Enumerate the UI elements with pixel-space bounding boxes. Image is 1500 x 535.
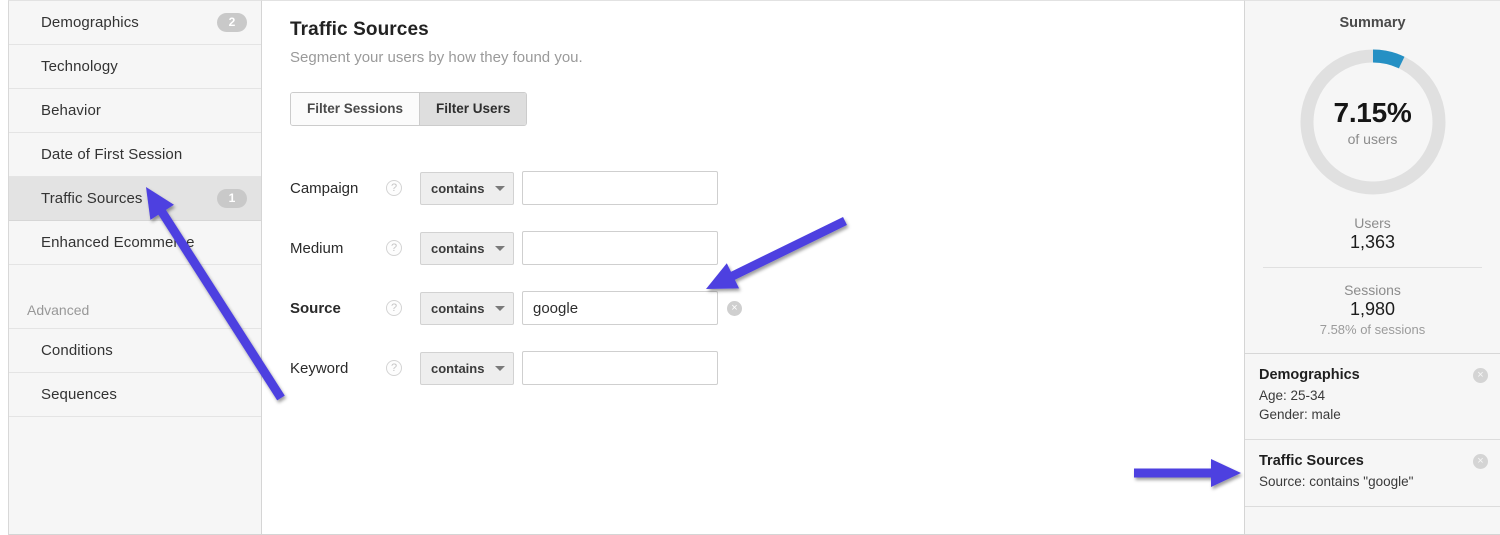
metric-sessions-note: 7.58% of sessions (1319, 322, 1426, 337)
summary-card-line: Gender: male (1259, 407, 1341, 422)
donut-percent-value: 7.15% (1333, 97, 1412, 128)
help-icon[interactable]: ? (386, 180, 402, 196)
summary-card-title: Traffic Sources (1259, 453, 1364, 469)
help-icon[interactable]: ? (386, 300, 402, 316)
sidebar-item-label: Demographics (41, 14, 139, 31)
operator-select-keyword[interactable]: contains (420, 351, 514, 385)
value-input-source[interactable] (522, 291, 718, 325)
operator-select-campaign[interactable]: contains (420, 171, 514, 205)
sidebar-item-date-of-first-session[interactable]: Date of First Session (9, 133, 261, 177)
metric-sessions-label: Sessions (1344, 282, 1401, 298)
donut-percent-caption: of users (1347, 131, 1398, 147)
page-title: Traffic Sources (290, 19, 429, 40)
sidebar-nav-list: Demographics 2 Technology Behavior Date of F… (9, 1, 261, 265)
summary-card-demographics: Demographics Age: 25-34 Gender: male × (1245, 354, 1500, 440)
summary-title: Summary (1339, 15, 1406, 31)
sidebar-item-count-badge: 2 (217, 13, 247, 32)
value-input-campaign[interactable] (522, 171, 718, 205)
traffic-source-filter-rows: Campaign? contains Medium? contains Source? c… (290, 158, 1244, 398)
sidebar-item-label: Traffic Sources (41, 190, 143, 207)
page-subtitle: Segment your users by how they found you… (290, 49, 583, 66)
filter-scope-segmented-control: Filter Sessions Filter Users (290, 92, 528, 126)
filter-sessions-button[interactable]: Filter Sessions (291, 93, 420, 125)
close-icon[interactable]: × (1473, 454, 1488, 469)
operator-select-value: contains (431, 300, 485, 316)
segment-category-sidebar: Demographics 2 Technology Behavior Date of F… (8, 0, 262, 535)
chevron-down-icon (495, 365, 505, 371)
filter-label-medium: Medium (290, 239, 344, 257)
sidebar-item-label: Enhanced Ecommerce (41, 234, 195, 251)
sidebar-section-advanced: Advanced (9, 291, 261, 329)
sidebar-item-label: Date of First Session (41, 146, 183, 163)
operator-select-source[interactable]: contains (420, 291, 514, 325)
metric-sessions-value: 1,980 (1349, 299, 1396, 319)
sidebar-item-traffic-sources[interactable]: Traffic Sources 1 (9, 177, 261, 221)
sidebar-item-label: Behavior (41, 102, 102, 119)
sidebar-item-conditions[interactable]: Conditions (9, 329, 261, 373)
summary-card-title: Demographics (1259, 367, 1360, 383)
metric-users-value: 1,363 (1349, 232, 1396, 252)
summary-card-traffic-sources: Traffic Sources Source: contains "google"… (1245, 440, 1500, 507)
value-input-keyword[interactable] (522, 351, 718, 385)
operator-select-value: contains (431, 240, 485, 256)
sidebar-item-count-badge: 1 (217, 189, 247, 208)
segment-builder-window: Demographics 2 Technology Behavior Date of F… (0, 0, 1500, 535)
help-icon[interactable]: ? (386, 240, 402, 256)
filter-row-keyword: Keyword? contains (290, 338, 1244, 398)
sidebar-item-enhanced-ecommerce[interactable]: Enhanced Ecommerce (9, 221, 261, 265)
sidebar-item-behavior[interactable]: Behavior (9, 89, 261, 133)
sidebar-item-sequences[interactable]: Sequences (9, 373, 261, 417)
filter-row-source: Source? contains × (290, 278, 1244, 338)
applied-segment-cards: Demographics Age: 25-34 Gender: male × Traff… (1245, 354, 1500, 507)
filter-label-campaign: Campaign (290, 179, 359, 197)
summary-card-line: Source: contains "google" (1259, 474, 1414, 489)
chevron-down-icon (495, 305, 505, 311)
filter-users-button[interactable]: Filter Users (419, 93, 527, 125)
donut-center-labels: 7.15% of users (1294, 43, 1452, 201)
sidebar-section-label: Advanced (27, 301, 90, 318)
chevron-down-icon (495, 185, 505, 191)
summary-card-line: Age: 25-34 (1259, 388, 1326, 403)
sidebar-item-label: Sequences (41, 386, 117, 403)
metric-users: Users 1,363 (1245, 201, 1500, 253)
filter-row-campaign: Campaign? contains (290, 158, 1244, 218)
users-percentage-donut-chart: 7.15% of users (1294, 43, 1452, 201)
filter-row-medium: Medium? contains (290, 218, 1244, 278)
filter-label-keyword: Keyword (290, 359, 349, 377)
value-input-medium[interactable] (522, 231, 718, 265)
sidebar-item-label: Technology (41, 58, 118, 75)
operator-select-value: contains (431, 180, 485, 196)
sidebar-item-label: Conditions (41, 342, 113, 359)
summary-panel: Summary 7.15% of users Users 1,363 Sessi… (1244, 0, 1500, 535)
sidebar-advanced-list: Conditions Sequences (9, 329, 261, 417)
operator-select-medium[interactable]: contains (420, 231, 514, 265)
help-icon[interactable]: ? (386, 360, 402, 376)
chevron-down-icon (495, 245, 505, 251)
sidebar-item-technology[interactable]: Technology (9, 45, 261, 89)
close-icon[interactable]: × (1473, 368, 1488, 383)
filter-label-source: Source (290, 299, 341, 317)
operator-select-value: contains (431, 360, 485, 376)
sidebar-item-demographics[interactable]: Demographics 2 (9, 1, 261, 45)
metric-sessions: Sessions 1,980 7.58% of sessions (1245, 268, 1500, 337)
clear-value-icon[interactable]: × (727, 300, 742, 316)
main-panel: Traffic Sources Segment your users by ho… (262, 0, 1244, 535)
metric-users-label: Users (1354, 215, 1391, 231)
